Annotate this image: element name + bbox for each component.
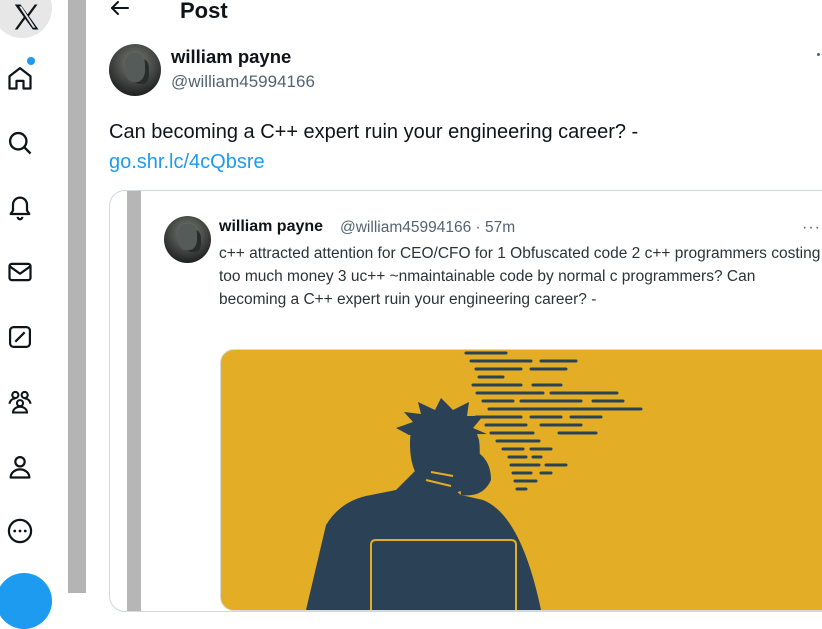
nav-notifications[interactable]: [0, 187, 40, 227]
page-header: Post: [86, 0, 822, 26]
nav-more[interactable]: [0, 511, 40, 551]
more-icon: [7, 518, 33, 544]
page-title: Post: [180, 0, 228, 23]
home-icon: [8, 66, 32, 90]
nav-explore[interactable]: [0, 123, 40, 163]
post-detail: Post william payne @william45994166 Can …: [86, 0, 822, 612]
stressed-programmer-illustration: [306, 351, 643, 610]
quote-side-bar: [127, 191, 141, 611]
quote-author-name[interactable]: william payne: [219, 218, 323, 236]
search-icon: [8, 131, 32, 155]
post-text: Can becoming a C++ expert ruin your engi…: [109, 117, 809, 177]
nav-profile[interactable]: [0, 447, 40, 487]
nav-communities[interactable]: [0, 382, 40, 422]
post-body: Can becoming a C++ expert ruin your engi…: [109, 121, 639, 143]
compose-button[interactable]: [0, 573, 52, 629]
left-navigation: [0, 0, 68, 629]
x-logo-icon: [14, 4, 39, 30]
quoted-post[interactable]: william payne @william45994166 · 57m ···…: [109, 190, 822, 612]
quote-text: c++ attracted attention for CEO/CFO for …: [219, 245, 821, 308]
notifications-icon: [9, 196, 31, 221]
x-logo-button[interactable]: [0, 0, 52, 38]
author-avatar[interactable]: [109, 44, 161, 96]
messages-icon: [8, 262, 32, 282]
post-link[interactable]: go.shr.lc/4cQbsre: [109, 151, 265, 173]
quote-author-meta[interactable]: @william45994166 · 57m: [340, 219, 515, 237]
quote-image[interactable]: [220, 349, 822, 611]
scroll-gutter: [68, 0, 86, 593]
nav-grok[interactable]: [0, 317, 40, 357]
author-name[interactable]: william payne: [171, 46, 291, 68]
quote-author-avatar[interactable]: [164, 216, 211, 263]
nav-messages[interactable]: [0, 252, 40, 292]
post-more-icon[interactable]: [817, 53, 820, 56]
quote-more-icon[interactable]: ···: [802, 219, 821, 237]
communities-icon: [8, 390, 32, 414]
profile-icon: [9, 455, 31, 479]
notification-dot: [27, 57, 35, 65]
grok-icon: [8, 325, 32, 349]
back-arrow-icon[interactable]: [108, 0, 132, 20]
author-handle[interactable]: @william45994166: [171, 72, 315, 92]
nav-home[interactable]: [0, 58, 40, 98]
